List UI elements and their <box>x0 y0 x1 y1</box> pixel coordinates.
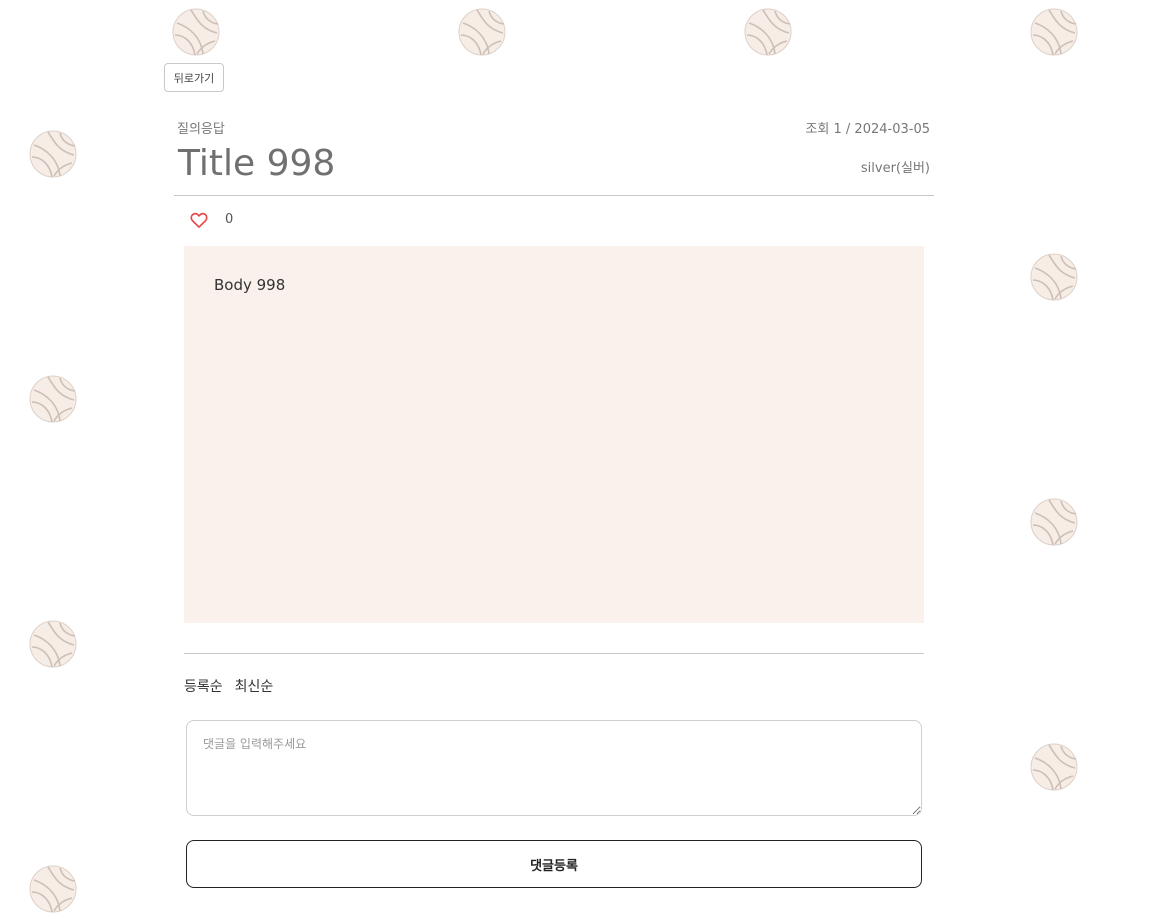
back-button[interactable]: 뒤로가기 <box>164 63 224 92</box>
divider <box>184 653 924 654</box>
volleyball-icon <box>29 375 77 423</box>
sort-oldest-tab[interactable]: 등록순 <box>184 676 223 696</box>
comment-sort-tabs: 등록순 최신순 <box>184 676 273 696</box>
volleyball-icon <box>29 130 77 178</box>
volleyball-icon <box>1030 743 1078 791</box>
post-title: Title 998 <box>178 143 336 184</box>
volleyball-icon <box>1030 8 1078 56</box>
post-body: Body 998 <box>184 246 924 623</box>
volleyball-icon <box>29 865 77 913</box>
heart-icon[interactable] <box>189 210 209 230</box>
volleyball-icon <box>1030 498 1078 546</box>
post-meta: 조회 1 / 2024-03-05 <box>805 122 930 137</box>
post-body-text: Body 998 <box>214 276 286 294</box>
sort-newest-tab[interactable]: 최신순 <box>235 676 274 696</box>
volleyball-icon <box>29 620 77 668</box>
submit-comment-button[interactable]: 댓글등록 <box>186 840 922 888</box>
post-author: silver(실버) <box>860 161 930 176</box>
comment-input[interactable] <box>186 720 922 816</box>
divider <box>174 195 934 196</box>
volleyball-icon <box>458 8 506 56</box>
volleyball-icon <box>744 8 792 56</box>
volleyball-icon <box>1030 253 1078 301</box>
like-count: 0 <box>225 212 234 227</box>
volleyball-icon <box>172 8 220 56</box>
post-category: 질의응답 <box>177 122 225 137</box>
